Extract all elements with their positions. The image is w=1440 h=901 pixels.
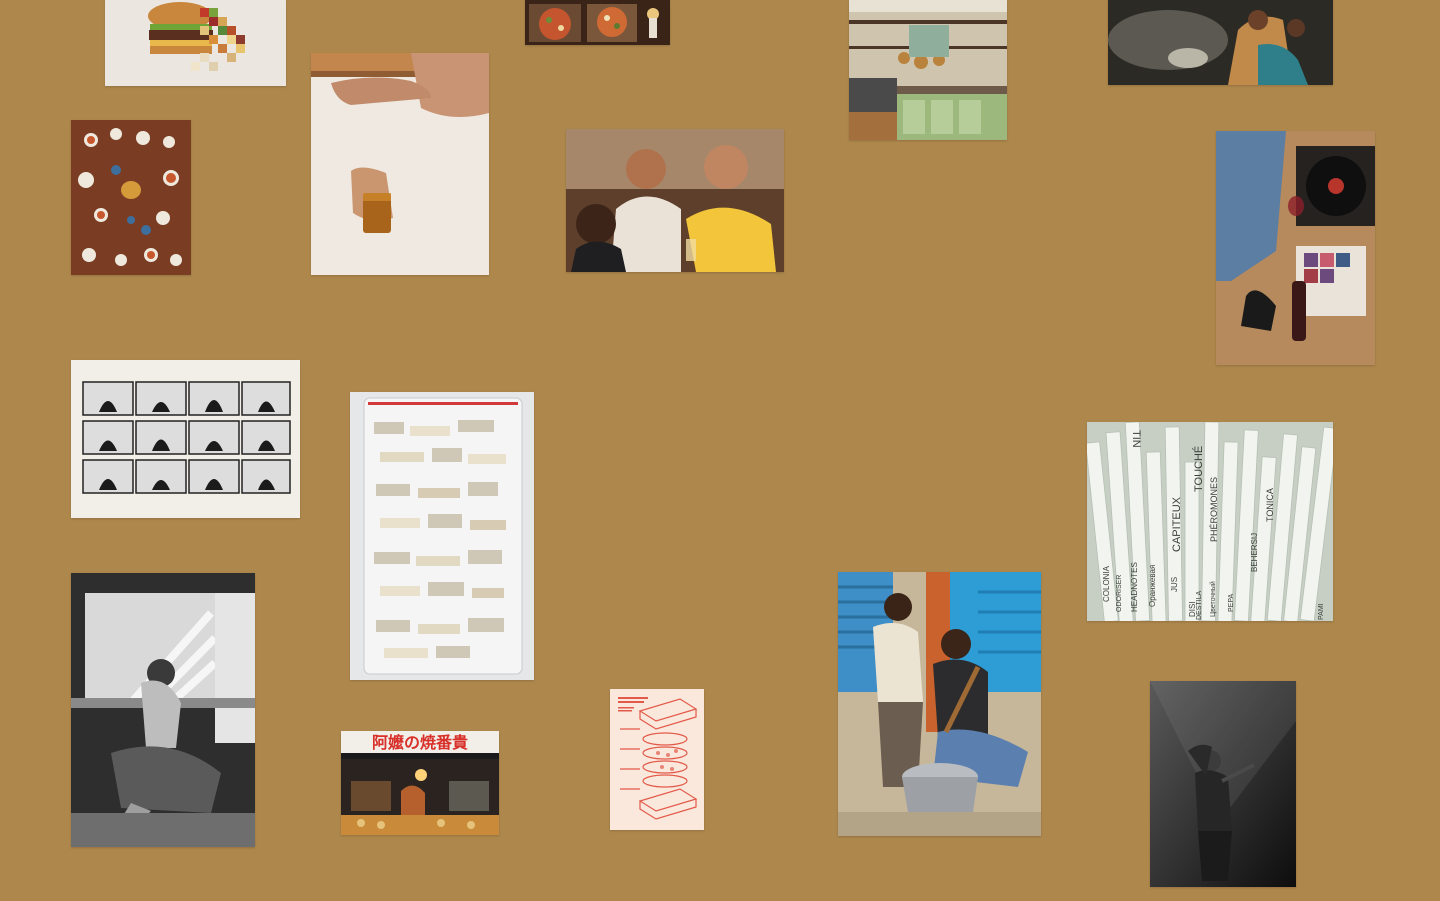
paper-bag-image	[350, 392, 534, 680]
sandwich-poster-image	[610, 689, 704, 830]
scent-word: ODORISER	[1116, 575, 1123, 612]
scent-word: TONICA	[1265, 488, 1275, 522]
woman-child-image	[1108, 0, 1333, 85]
scent-word: BEHERSIJ	[1250, 533, 1259, 572]
tile-cooking-outdoors-pot[interactable]	[838, 572, 1041, 836]
tile-wine-record-player[interactable]	[1216, 131, 1375, 365]
night-market-image: 阿嬤の焼番貴	[341, 731, 499, 835]
scent-word: HEADNOTES	[1130, 562, 1139, 612]
kitchen-image	[849, 0, 1007, 140]
scent-word: TIN	[1130, 430, 1142, 448]
pizza-image	[525, 0, 670, 45]
tile-motion-study-grid[interactable]	[71, 360, 300, 518]
tile-pizza-boxes-candle[interactable]	[525, 0, 670, 45]
scent-word: Цветочный	[1209, 581, 1217, 617]
scent-word: PEPA	[1228, 594, 1235, 612]
cooking-outdoors-image	[838, 572, 1041, 836]
scent-word: CAPITEUX	[1171, 496, 1183, 552]
tile-woman-at-window-bw[interactable]	[71, 573, 255, 847]
scent-word: DESTILA	[1196, 590, 1203, 620]
tile-night-market-stall[interactable]: 阿嬤の焼番貴	[341, 731, 499, 835]
tile-performer-spotlight-bw[interactable]	[1150, 681, 1296, 887]
tile-exploded-sandwich-poster[interactable]	[610, 689, 704, 830]
scent-word: COLONIA	[1102, 565, 1111, 602]
tile-green-kitchen-shelves[interactable]	[849, 0, 1007, 140]
feast-image	[71, 120, 191, 275]
scent-word: PAMI	[1318, 603, 1325, 620]
tile-perfume-scent-strips[interactable]: TIN TOUCHÉ CAPITEUX PHÉROMONES BEHERSIJ …	[1087, 422, 1333, 621]
friends-image	[566, 129, 784, 272]
performer-image	[1150, 681, 1296, 887]
scent-word: Оранжевая	[1148, 565, 1157, 607]
woman-window-image	[71, 573, 255, 847]
scent-strips-image: TIN TOUCHÉ CAPITEUX PHÉROMONES BEHERSIJ …	[1087, 422, 1333, 621]
scent-word: PHÉROMONES	[1209, 477, 1219, 542]
scent-word: JUS	[1170, 577, 1179, 592]
motion-study-image	[71, 360, 300, 518]
scent-word: TOUCHÉ	[1192, 446, 1205, 492]
tile-bag-of-paper-scraps[interactable]	[350, 392, 534, 680]
tile-friends-drinking-night[interactable]	[566, 129, 784, 272]
market-sign-text: 阿嬤の焼番貴	[372, 733, 468, 752]
tile-burger-pixel-art[interactable]	[105, 0, 286, 86]
tile-woman-child-smoke[interactable]	[1108, 0, 1333, 85]
amber-glass-image	[311, 53, 489, 275]
burger-pixel-image	[105, 0, 286, 86]
tile-hand-amber-glass[interactable]	[311, 53, 489, 275]
wine-record-image	[1216, 131, 1375, 365]
tile-feast-table-overhead[interactable]	[71, 120, 191, 275]
